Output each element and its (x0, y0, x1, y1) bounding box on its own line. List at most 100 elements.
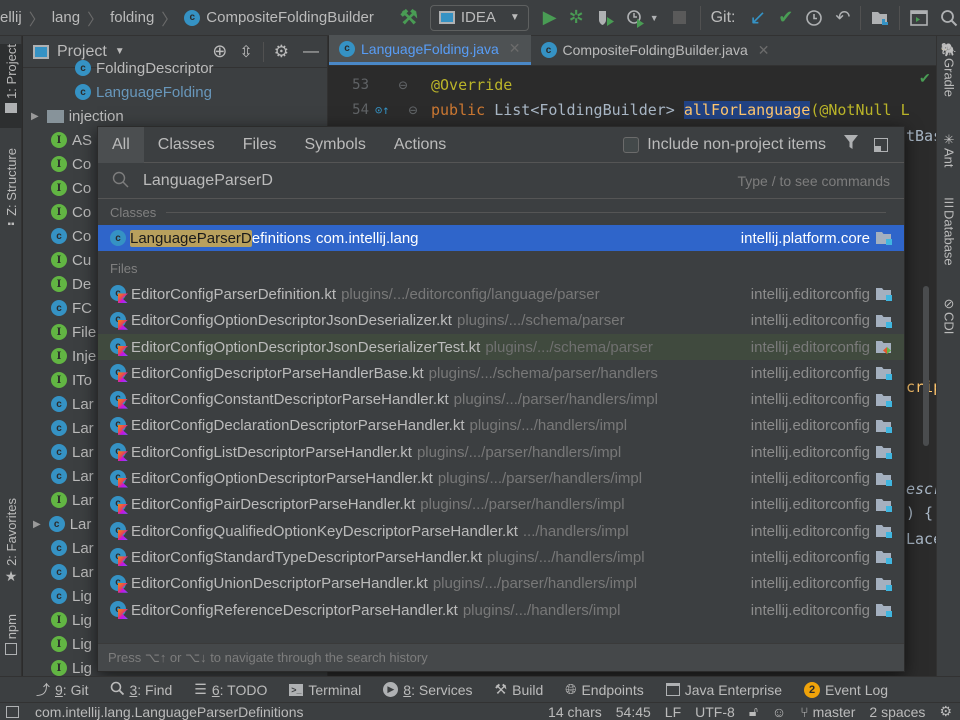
unlock-icon[interactable]: 🔓︎ (749, 703, 758, 720)
presentation-icon[interactable] (910, 6, 929, 30)
code-keyword: public (431, 100, 486, 119)
result-file-row[interactable]: cEditorConfigDescriptorParseHandlerBase.… (98, 360, 904, 386)
tab-classes[interactable]: Classes (144, 127, 229, 163)
breadcrumb-item[interactable]: ellij (0, 9, 22, 26)
git-commit-icon[interactable]: ✔ (778, 6, 793, 30)
run-config-label: IDEA (460, 9, 496, 26)
run-configuration-select[interactable]: IDEA ▼ (429, 4, 529, 31)
result-file-row[interactable]: cEditorConfigConstantDescriptorParseHand… (98, 386, 904, 412)
tool-tab-cdi[interactable]: ⊘ CDI (937, 296, 960, 334)
result-file-row[interactable]: cEditorConfigPairDescriptorParseHandler.… (98, 492, 904, 518)
result-file-row[interactable]: cEditorConfigParserDefinition.ktplugins/… (98, 281, 904, 307)
expand-arrow-icon[interactable]: ▶ (31, 111, 39, 122)
result-module: intellij.editorconfig (750, 470, 870, 488)
tool-window-terminal[interactable]: >_ Terminal (289, 682, 361, 698)
result-file-row[interactable]: cEditorConfigOptionDescriptorJsonDeseria… (98, 308, 904, 334)
git-update-icon[interactable]: ↙ (750, 6, 767, 30)
tool-window-java-enterprise[interactable]: Java Enterprise (665, 682, 782, 698)
tool-window-git[interactable]: ⤴ 9: Git (36, 680, 88, 700)
editor-scrollbar[interactable] (923, 286, 929, 446)
search-input[interactable] (143, 171, 623, 190)
filter-icon[interactable] (844, 135, 858, 154)
result-module: intellij.editorconfig (750, 496, 870, 514)
tool-window-todo[interactable]: ☰ 6: TODO (194, 681, 267, 698)
class-icon: c (540, 42, 557, 58)
debug-icon[interactable]: ✲ (569, 6, 584, 30)
result-module: intellij.editorconfig (750, 285, 870, 303)
chevron-down-icon[interactable]: ▼ (650, 13, 659, 23)
editor-tab-languagefolding[interactable]: c LanguageFolding.java ✕ (329, 35, 531, 65)
event-settings-icon[interactable]: ⚙ (939, 703, 952, 720)
file-encoding[interactable]: UTF-8 (695, 704, 735, 720)
tab-actions[interactable]: Actions (380, 127, 460, 163)
profile-icon[interactable] (626, 6, 648, 30)
result-file-row[interactable]: cEditorConfigStandardTypeDescriptorParse… (98, 544, 904, 570)
close-icon[interactable]: ✕ (758, 42, 770, 59)
tab-all[interactable]: All (98, 126, 144, 163)
result-file-row[interactable]: cEditorConfigReferenceDescriptorParseHan… (98, 597, 904, 623)
tool-window-find[interactable]: 3: Find (110, 681, 172, 698)
indent-setting[interactable]: 2 spaces (869, 704, 925, 720)
tool-tab-ant[interactable]: ✳ Ant (937, 132, 960, 168)
tool-tab-gradle[interactable]: 🐘 Gradle (937, 42, 960, 97)
toggle-tool-windows-icon[interactable] (6, 705, 19, 718)
result-file-row[interactable]: cEditorConfigUnionDescriptorParseHandler… (98, 571, 904, 597)
coverage-icon[interactable] (596, 6, 616, 30)
hector-inspector-icon[interactable]: ☺ (772, 704, 786, 720)
tool-tab-database[interactable]: ☰ Database (937, 196, 960, 266)
tool-tab-label: CDI (941, 312, 957, 335)
git-branch[interactable]: master (813, 704, 856, 720)
result-class-languageparserdefinitions[interactable]: c LanguageParserD efinitions com.intellij… (98, 225, 904, 252)
close-icon[interactable]: ✕ (509, 40, 521, 57)
project-panel-title[interactable]: Project (57, 43, 107, 61)
tool-window-build[interactable]: ⚒ Build (495, 681, 544, 698)
code-selection[interactable]: allForLanguage (683, 100, 811, 119)
inspection-ok-icon[interactable]: ✔ (919, 70, 931, 87)
result-file-row[interactable]: cEditorConfigOptionDescriptorJsonDeseria… (98, 333, 904, 361)
stop-icon[interactable] (672, 11, 686, 24)
hide-panel-icon[interactable]: — (303, 43, 319, 61)
tool-window-endpoints[interactable]: 🌐︎ Endpoints (565, 681, 643, 698)
tool-window-services[interactable]: ▶ 8: Services (383, 682, 473, 698)
search-icon (110, 681, 125, 698)
git-rollback-icon[interactable]: ↶ (835, 6, 850, 30)
locate-icon[interactable]: ⊕ (212, 41, 227, 62)
tool-tab-structure[interactable]: Z: Structure ▪▪ (0, 148, 22, 230)
result-file-row[interactable]: cEditorConfigListDescriptorParseHandler.… (98, 439, 904, 465)
tree-row[interactable]: c LanguageFolding (23, 80, 327, 104)
open-in-find-window-icon[interactable] (874, 137, 888, 152)
code-text[interactable]: @Override (431, 76, 512, 94)
caret-position[interactable]: 54:45 (616, 704, 651, 720)
editor-tab-compositefoldingbuilder[interactable]: c CompositeFoldingBuilder.java ✕ (531, 35, 780, 65)
tab-symbols[interactable]: Symbols (290, 127, 379, 163)
breadcrumb-item[interactable]: lang (52, 9, 80, 26)
tool-tab-project[interactable]: 1: Project (0, 44, 22, 128)
result-file-row[interactable]: cEditorConfigDeclarationDescriptorParseH… (98, 413, 904, 439)
fold-marker-icon[interactable]: ⊖ (375, 76, 431, 94)
module-folder-icon (876, 498, 892, 512)
collapse-all-icon[interactable]: ⇳ (239, 42, 252, 62)
project-structure-icon[interactable] (871, 6, 889, 30)
git-history-icon[interactable] (805, 6, 823, 30)
tree-row-label: FoldingDescriptor (96, 59, 214, 77)
search-everywhere-icon[interactable] (940, 6, 958, 30)
override-marker-icon[interactable]: ⊙↑ (375, 103, 395, 117)
tool-tab-npm[interactable]: npm (0, 614, 22, 656)
result-file-row[interactable]: cEditorConfigOptionDescriptorParseHandle… (98, 465, 904, 491)
fold-marker-icon[interactable]: ⊖ (395, 101, 431, 119)
include-non-project-checkbox[interactable] (623, 136, 640, 153)
tab-files[interactable]: Files (229, 127, 291, 163)
build-hammer-icon[interactable]: ⚒ (400, 6, 418, 30)
breadcrumb-item[interactable]: CompositeFoldingBuilder (206, 9, 374, 26)
chevron-down-icon[interactable]: ▼ (115, 46, 125, 57)
expand-arrow-icon[interactable]: ▶ (33, 519, 41, 530)
breadcrumb-item[interactable]: folding (110, 9, 154, 26)
line-separator[interactable]: LF (665, 704, 681, 720)
gear-icon[interactable]: ⚙ (274, 42, 289, 62)
include-non-project-label[interactable]: Include non-project items (647, 136, 826, 154)
tool-tab-favorites[interactable]: 2: Favorites ★ (0, 498, 22, 585)
tree-row[interactable]: ▶ injection (23, 104, 327, 128)
run-icon[interactable]: ▶ (543, 6, 557, 30)
tool-window-event-log[interactable]: 2 Event Log (804, 681, 888, 698)
result-file-row[interactable]: cEditorConfigQualifiedOptionKeyDescripto… (98, 518, 904, 544)
